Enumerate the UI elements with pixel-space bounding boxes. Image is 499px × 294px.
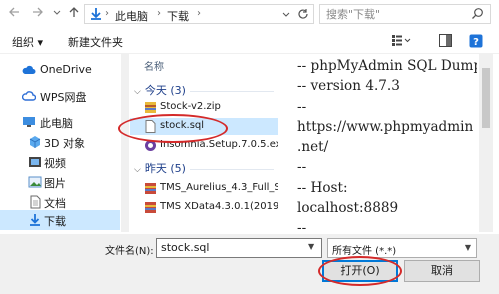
arrow-left-icon — [9, 7, 19, 17]
group-divider — [190, 91, 274, 92]
file-name: TMS_Aurelius_4.3_Full_Sou — [160, 182, 278, 193]
sidebar-item-label: 下载 — [44, 215, 66, 228]
group-header-today[interactable]: ⌵ 今天 (3) — [134, 82, 186, 98]
address-row: › 此电脑 › 下载 › — [0, 0, 499, 28]
preview-text: -- phpMyAdmin SQL Dump -- version 4.7.3 … — [297, 58, 477, 234]
file-row[interactable]: TMS XData4.3.0.1(2019-1 — [130, 199, 278, 216]
command-bar: 组织 ▾ 新建文件夹 ? — [0, 28, 499, 54]
archive-icon — [144, 201, 157, 214]
new-folder-button[interactable]: 新建文件夹 — [68, 34, 123, 50]
sidebar-item-onedrive[interactable]: OneDrive — [0, 60, 120, 80]
recent-locations-button[interactable] — [52, 5, 62, 21]
scrollbar-thumb[interactable] — [482, 68, 490, 128]
sidebar-item-videos[interactable]: 视频 — [0, 152, 120, 172]
breadcrumb-separator: › — [105, 8, 109, 19]
breadcrumb-separator: › — [197, 8, 201, 19]
navigation-pane: OneDrive WPS网盘 此电脑 3D 对象 视频 图片 文档 下载 — [0, 54, 120, 234]
annotation-circle — [318, 256, 402, 286]
search-box[interactable] — [319, 4, 491, 24]
view-options-icon[interactable] — [391, 34, 411, 50]
dropdown-chevron-icon[interactable] — [281, 9, 291, 22]
sidebar-item-documents[interactable]: 文档 — [0, 192, 120, 212]
breadcrumb-item-downloads[interactable]: 下载 — [167, 8, 189, 24]
forward-button[interactable] — [30, 5, 46, 21]
document-icon — [28, 195, 42, 209]
preview-pane-icon[interactable] — [439, 34, 452, 50]
filename-input[interactable]: stock.sql — [156, 238, 322, 258]
dialog-footer: 文件名(N): stock.sql ▼ 所有文件 (*.*) ▼ 打开(O) 取… — [0, 234, 499, 294]
picture-icon — [28, 175, 42, 189]
sidebar-item-pictures[interactable]: 图片 — [0, 172, 120, 192]
file-name: TMS XData4.3.0.1(2019-1 — [160, 201, 278, 212]
address-bar[interactable]: › 此电脑 › 下载 › — [84, 4, 314, 24]
sidebar-item-3d-objects[interactable]: 3D 对象 — [0, 132, 120, 152]
wps-cloud-icon — [21, 89, 37, 103]
sidebar-item-downloads[interactable]: 下载 — [0, 210, 120, 230]
group-divider — [190, 169, 274, 170]
sidebar-item-label: 图片 — [44, 177, 66, 190]
file-row[interactable]: Stock-v2.zip — [130, 99, 278, 116]
file-list: 名称 ⌵ 今天 (3) Stock-v2.zip stock.sql Insomn… — [130, 54, 278, 234]
organize-button[interactable]: 组织 ▾ — [12, 34, 43, 50]
zip-icon — [144, 101, 157, 114]
file-name: Stock-v2.zip — [160, 101, 221, 112]
sidebar-item-label: 3D 对象 — [44, 137, 85, 150]
sidebar-item-label: 此电脑 — [40, 117, 73, 130]
sidebar-item-label: 文档 — [44, 197, 66, 210]
up-button[interactable] — [66, 5, 82, 21]
archive-icon — [144, 182, 157, 195]
chevron-down-icon: ▼ — [464, 243, 471, 252]
group-title: 昨天 (5) — [144, 162, 186, 175]
computer-icon — [22, 115, 36, 129]
sidebar-item-wps-cloud[interactable]: WPS网盘 — [0, 86, 120, 106]
search-icon — [471, 7, 484, 23]
breadcrumb-separator: › — [157, 8, 161, 19]
chevron-down-icon: ⌵ — [134, 165, 141, 175]
cancel-button[interactable]: 取消 — [404, 260, 480, 282]
help-icon[interactable]: ? — [469, 34, 483, 51]
sidebar-item-label: OneDrive — [40, 63, 92, 76]
file-type-value: 所有文件 (*.*) — [332, 246, 397, 257]
cloud-icon — [22, 63, 36, 77]
filename-label: 文件名(N): — [105, 246, 154, 257]
file-row[interactable]: TMS_Aurelius_4.3_Full_Sou — [130, 180, 278, 197]
svg-text:?: ? — [473, 37, 479, 48]
annotation-circle — [118, 114, 228, 143]
video-icon — [28, 155, 42, 169]
preview-pane: -- phpMyAdmin SQL Dump -- version 4.7.3 … — [287, 54, 477, 234]
group-header-yesterday[interactable]: ⌵ 昨天 (5) — [134, 160, 186, 176]
chevron-down-icon — [53, 10, 61, 15]
arrow-right-icon — [33, 7, 43, 17]
column-header-name[interactable]: 名称 — [144, 58, 164, 73]
sidebar-item-label: WPS网盘 — [40, 91, 87, 104]
refresh-icon[interactable] — [297, 8, 309, 23]
breadcrumb-item-this-pc[interactable]: 此电脑 — [115, 8, 148, 24]
preview-scrollbar[interactable] — [479, 54, 493, 232]
sidebar-item-label: 视频 — [44, 157, 66, 170]
navigation-scrollbar[interactable] — [121, 54, 129, 232]
download-folder-icon — [89, 7, 103, 24]
chevron-down-icon[interactable]: ▼ — [308, 242, 314, 251]
arrow-up-icon — [69, 7, 79, 17]
search-input[interactable] — [326, 7, 466, 22]
group-title: 今天 (3) — [144, 84, 186, 97]
cube-icon — [28, 135, 42, 149]
file-type-select[interactable]: 所有文件 (*.*) ▼ — [327, 238, 477, 258]
back-button[interactable] — [6, 5, 22, 21]
chevron-down-icon: ⌵ — [134, 87, 141, 97]
sidebar-item-this-pc[interactable]: 此电脑 — [0, 112, 120, 132]
download-icon — [28, 213, 42, 227]
